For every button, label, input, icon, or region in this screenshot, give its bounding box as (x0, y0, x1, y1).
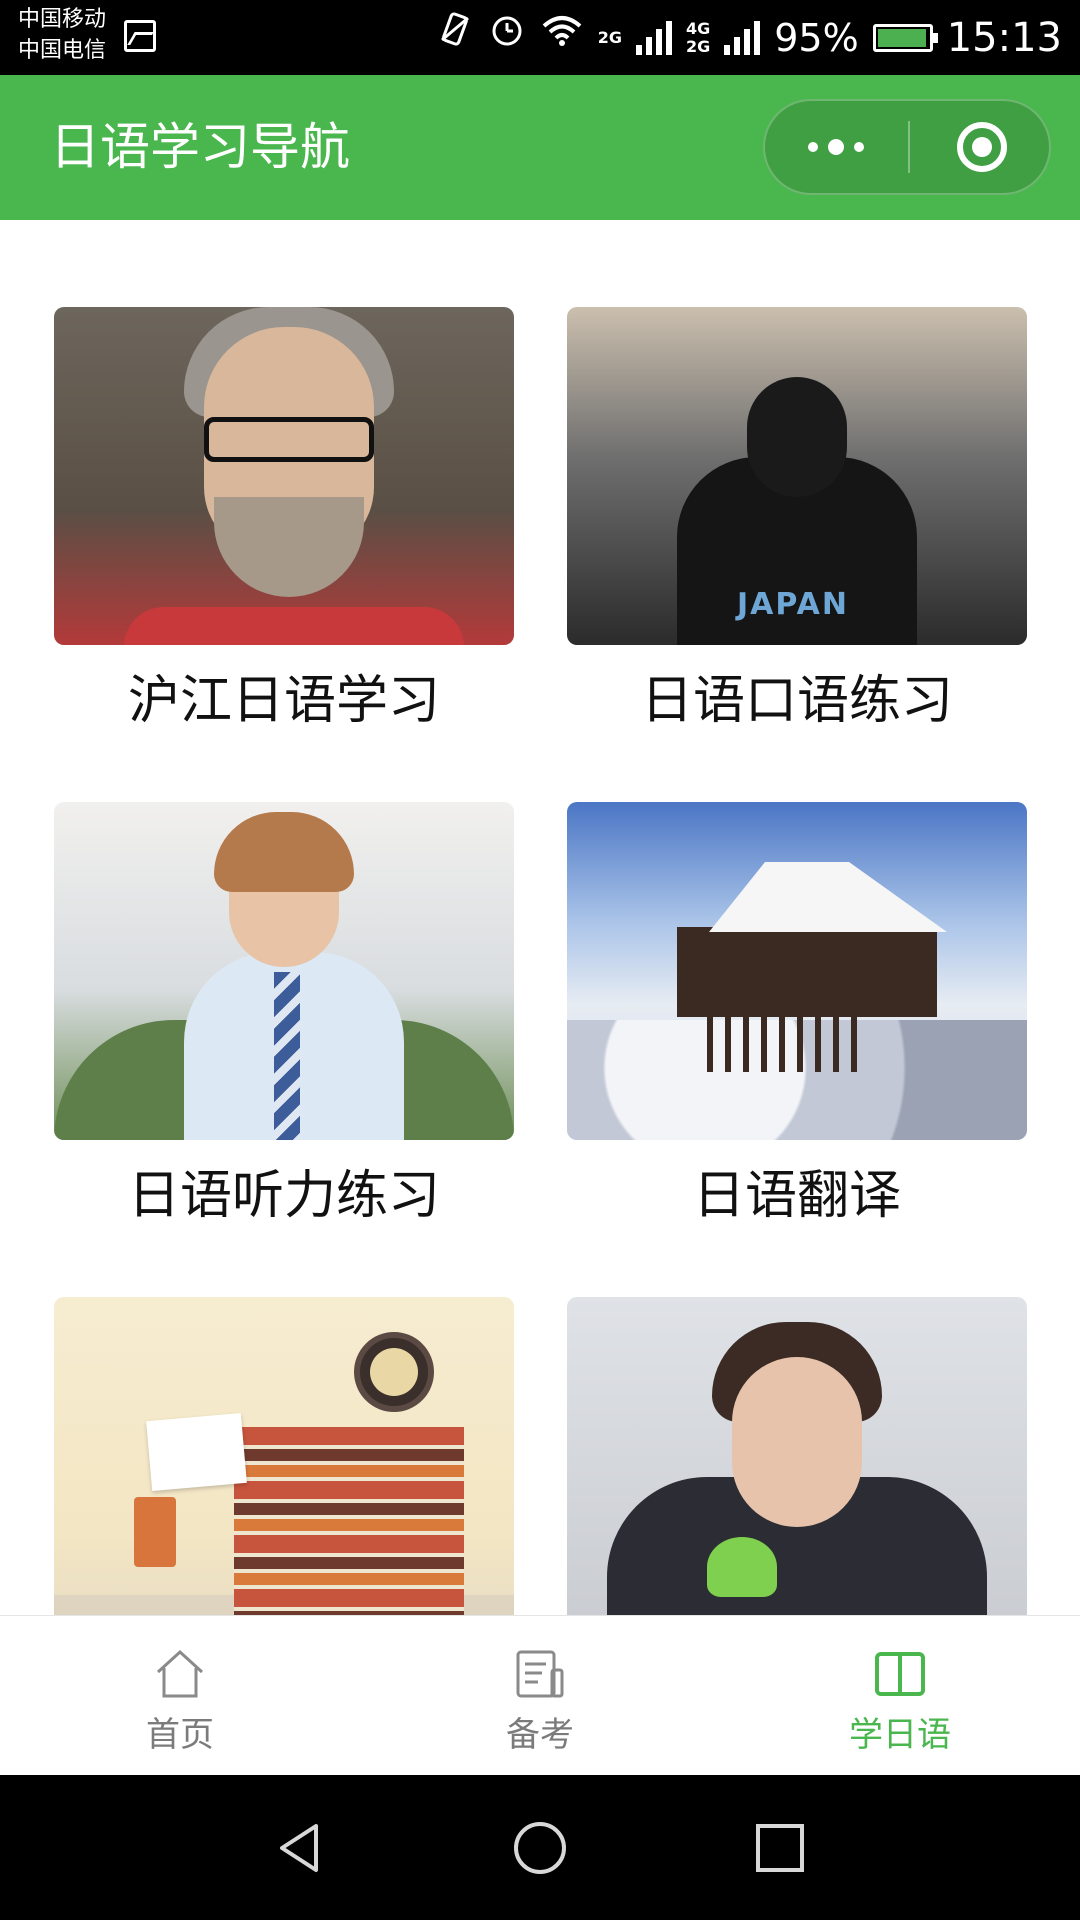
gallery-notification-icon (124, 20, 156, 52)
exam-notes-icon (516, 1650, 564, 1698)
card-6[interactable] (567, 1297, 1027, 1615)
books-clock-back-to-school-photo (54, 1297, 514, 1615)
bottom-tab-bar: 首页 备考 学日语 (0, 1615, 1080, 1776)
status-icons: 2G 4G 2G 95% 15:13 (436, 0, 1062, 75)
network-type-stack: 4G 2G (685, 18, 711, 56)
network-type-3: 2G (685, 36, 711, 56)
alarm-icon (488, 0, 526, 75)
tab-label-exam-prep: 备考 (506, 1715, 574, 1755)
carrier-1: 中国移动 (18, 7, 107, 32)
tab-label-home: 首页 (146, 1715, 214, 1755)
card-speaking-practice[interactable]: JAPAN 日语口语练习 (567, 307, 1027, 733)
recents-square-icon[interactable] (752, 1820, 808, 1876)
study-link-grid: 沪江日语学习 JAPAN 日语口语练习 日语听力练习 日语翻译 (0, 220, 1080, 1615)
page-title: 日语学习导航 (50, 118, 350, 176)
card-5[interactable] (54, 1297, 514, 1615)
back-triangle-icon[interactable] (272, 1820, 328, 1876)
student-headphones-tie-photo (54, 802, 514, 1140)
card-hujiang-learning[interactable]: 沪江日语学习 (54, 307, 514, 733)
network-type-2: 4G (685, 18, 711, 38)
miniprogram-capsule (763, 99, 1051, 195)
vibrate-icon (436, 0, 474, 75)
tab-label-learn-japanese: 学日语 (849, 1715, 951, 1755)
young-man-clover-photo (567, 1297, 1027, 1615)
home-circle-icon[interactable] (512, 1820, 568, 1876)
card-translation[interactable]: 日语翻译 (567, 802, 1027, 1228)
more-dot-icon (828, 139, 844, 155)
more-dot-icon (808, 142, 818, 152)
more-options-button[interactable] (765, 101, 907, 193)
grey-haired-man-glasses-photo (54, 307, 514, 645)
tab-home[interactable]: 首页 (80, 1616, 280, 1776)
tab-exam-prep[interactable]: 备考 (440, 1616, 640, 1776)
battery-percent: 95% (774, 15, 859, 60)
wifi-icon (540, 0, 584, 75)
tab-learn-japanese[interactable]: 学日语 (800, 1616, 1000, 1776)
card-label: 日语口语练习 (640, 671, 953, 731)
card-label: 沪江日语学习 (127, 671, 440, 731)
card-label: 日语翻译 (692, 1166, 901, 1226)
press-crowd-japan-jacket-photo: JAPAN (567, 307, 1027, 645)
more-dot-icon (854, 142, 864, 152)
carrier-info: 中国移动 中国电信 (18, 4, 106, 66)
status-time: 15:13 (946, 14, 1062, 61)
system-navigation-bar (0, 1775, 1080, 1920)
open-book-icon (875, 1652, 925, 1696)
card-label: 日语听力练习 (127, 1166, 440, 1226)
carrier-2: 中国电信 (18, 38, 107, 63)
nav-header: 日语学习导航 (0, 75, 1080, 220)
close-miniprogram-button[interactable] (957, 122, 1007, 172)
home-icon (156, 1649, 204, 1698)
signal-bars-2 (724, 20, 761, 55)
battery-icon (872, 23, 938, 52)
network-type-1: 2G (597, 27, 622, 47)
card-listening-practice[interactable]: 日语听力练习 (54, 802, 514, 1228)
signal-bars-1 (635, 20, 672, 55)
status-bar: 中国移动 中国电信 2G 4G 2G 95% 15:13 (0, 0, 1080, 75)
snowy-temple-photo (567, 802, 1027, 1140)
capsule-divider (908, 121, 910, 173)
